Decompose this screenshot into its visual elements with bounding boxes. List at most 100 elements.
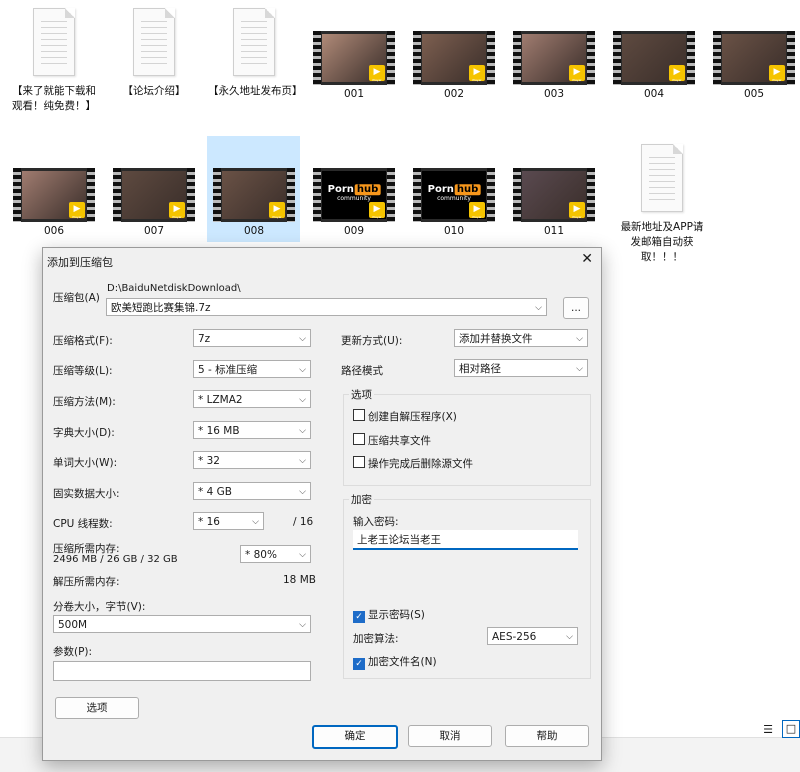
video-file[interactable]: ▶ Player 003 bbox=[508, 31, 600, 102]
browse-button[interactable]: ... bbox=[563, 297, 589, 319]
shared-checkbox[interactable]: 压缩共享文件 bbox=[353, 433, 431, 448]
checkbox-box bbox=[353, 409, 365, 421]
video-file[interactable]: ▶ Player 011 bbox=[508, 168, 600, 239]
enc-method-select[interactable]: AES-256 ⌵ bbox=[487, 627, 578, 645]
solid-value: * 4 GB bbox=[198, 486, 232, 498]
chevron-down-icon: ⌵ bbox=[566, 632, 573, 642]
help-button[interactable]: 帮助 bbox=[505, 725, 589, 747]
file-name-label: 011 bbox=[543, 225, 565, 237]
file-name-label: 007 bbox=[143, 225, 165, 237]
video-file[interactable]: Porn hub community ▶ Player 010 bbox=[408, 168, 500, 239]
archive-name-input[interactable]: 欧美短跑比赛集锦.7z ⌵ bbox=[106, 298, 547, 316]
document-file[interactable]: 【来了就能下载和观看！纯免费！】 bbox=[8, 8, 100, 114]
mem-percent-value: * 80% bbox=[245, 549, 277, 561]
chevron-down-icon: ⌵ bbox=[576, 364, 583, 374]
volume-value: 500M bbox=[58, 619, 88, 631]
chevron-down-icon: ⌵ bbox=[299, 426, 306, 436]
cpu-select[interactable]: * 16 ⌵ bbox=[193, 512, 264, 530]
video-file[interactable]: Porn hub community ▶ Player 009 bbox=[308, 168, 400, 239]
dict-select[interactable]: * 16 MB ⌵ bbox=[193, 421, 311, 439]
delete-checkbox[interactable]: 操作完成后删除源文件 bbox=[353, 456, 473, 471]
level-label: 压缩等级(L): bbox=[53, 365, 113, 377]
chevron-down-icon: ⌵ bbox=[299, 550, 306, 560]
archive-name-value: 欧美短跑比赛集锦.7z bbox=[111, 302, 211, 314]
file-name-label: 002 bbox=[443, 88, 465, 100]
video-thumbnail-icon: ▶ Player bbox=[13, 168, 95, 222]
file-name-label: 【永久地址发布页】 bbox=[208, 85, 303, 97]
options-button[interactable]: 选项 bbox=[55, 697, 139, 719]
video-file[interactable]: ▶ Player 001 bbox=[308, 31, 400, 102]
checkbox-box bbox=[353, 433, 365, 445]
params-input[interactable] bbox=[53, 661, 311, 681]
document-file[interactable]: 最新地址及APP请发邮箱自动获取！！！ bbox=[616, 144, 708, 265]
document-file[interactable]: 【论坛介绍】 bbox=[108, 8, 200, 99]
format-select[interactable]: 7z ⌵ bbox=[193, 329, 311, 347]
player-badge-icon: ▶ Player bbox=[369, 65, 385, 82]
player-badge-icon: ▶ Player bbox=[569, 202, 585, 219]
dict-value: * 16 MB bbox=[198, 425, 240, 437]
archive-path: D:\BaiduNetdiskDownload\ bbox=[107, 283, 241, 294]
checkbox-box bbox=[353, 456, 365, 468]
brand-logo: Porn hub community bbox=[327, 184, 381, 203]
update-label: 更新方式(U): bbox=[341, 335, 403, 347]
demem-label: 解压所需内存: bbox=[53, 576, 120, 588]
chevron-down-icon: ⌵ bbox=[535, 303, 542, 313]
path-select[interactable]: 相对路径 ⌵ bbox=[454, 359, 588, 377]
cpu-label: CPU 线程数: bbox=[53, 518, 113, 530]
password-label: 输入密码: bbox=[353, 516, 399, 528]
chevron-down-icon: ⌵ bbox=[299, 620, 306, 630]
ok-button[interactable]: 确定 bbox=[312, 725, 398, 749]
video-file[interactable]: ▶ Player 005 bbox=[708, 31, 800, 102]
password-input[interactable]: 上老王论坛当老王 bbox=[353, 530, 578, 550]
add-to-archive-dialog: 添加到压缩包 ✕ 压缩包(A) D:\BaiduNetdiskDownload\… bbox=[42, 247, 602, 761]
details-view-icon[interactable]: ☰ bbox=[760, 722, 776, 738]
chevron-down-icon: ⌵ bbox=[252, 517, 259, 527]
encryption-group-title: 加密 bbox=[349, 492, 374, 507]
solid-select[interactable]: * 4 GB ⌵ bbox=[193, 482, 311, 500]
shared-label: 压缩共享文件 bbox=[368, 435, 431, 447]
file-name-label: 010 bbox=[443, 225, 465, 237]
chevron-down-icon: ⌵ bbox=[299, 395, 306, 405]
method-label: 压缩方法(M): bbox=[53, 396, 116, 408]
enc-method-value: AES-256 bbox=[492, 631, 537, 643]
video-thumbnail-icon: ▶ Player bbox=[413, 31, 495, 85]
word-select[interactable]: * 32 ⌵ bbox=[193, 451, 311, 469]
video-file[interactable]: ▶ Player 007 bbox=[108, 168, 200, 239]
cpu-total: / 16 bbox=[293, 516, 314, 528]
word-label: 单词大小(W): bbox=[53, 457, 118, 469]
file-name-label: 006 bbox=[43, 225, 65, 237]
method-value: * LZMA2 bbox=[198, 394, 243, 406]
encrypt-names-checkbox[interactable]: ✓ 加密文件名(N) bbox=[353, 654, 437, 670]
video-file[interactable]: ▶ Player 006 bbox=[8, 168, 100, 239]
solid-label: 固实数据大小: bbox=[53, 488, 120, 500]
show-password-checkbox[interactable]: ✓ 显示密码(S) bbox=[353, 607, 425, 623]
enc-method-label: 加密算法: bbox=[353, 633, 399, 645]
sfx-checkbox[interactable]: 创建自解压程序(X) bbox=[353, 409, 457, 424]
player-badge-icon: ▶ Player bbox=[769, 65, 785, 82]
cpu-value: * 16 bbox=[198, 516, 220, 528]
update-select[interactable]: 添加并替换文件 ⌵ bbox=[454, 329, 588, 347]
large-icons-view-icon[interactable]: □ bbox=[782, 720, 800, 738]
video-file[interactable]: ▶ Player 002 bbox=[408, 31, 500, 102]
demem-value: 18 MB bbox=[283, 574, 316, 586]
file-name-label: 008 bbox=[243, 225, 265, 237]
mem-percent-select[interactable]: * 80% ⌵ bbox=[240, 545, 311, 563]
volume-select[interactable]: 500M ⌵ bbox=[53, 615, 311, 633]
video-file[interactable]: ▶ Player 008 bbox=[208, 168, 300, 239]
close-icon[interactable]: ✕ bbox=[581, 251, 593, 267]
method-select[interactable]: * LZMA2 ⌵ bbox=[193, 390, 311, 408]
player-badge-icon: ▶ Player bbox=[369, 202, 385, 219]
level-select[interactable]: 5 - 标准压缩 ⌵ bbox=[193, 360, 311, 378]
file-name-label: 003 bbox=[543, 88, 565, 100]
document-file[interactable]: 【永久地址发布页】 bbox=[208, 8, 303, 99]
video-file[interactable]: ▶ Player 004 bbox=[608, 31, 700, 102]
player-badge-icon: ▶ Player bbox=[469, 202, 485, 219]
update-value: 添加并替换文件 bbox=[459, 333, 533, 345]
mem-value: 2496 MB / 26 GB / 32 GB bbox=[53, 554, 178, 565]
cancel-button[interactable]: 取消 bbox=[408, 725, 492, 747]
player-badge-icon: ▶ Player bbox=[669, 65, 685, 82]
file-name-label: 001 bbox=[343, 88, 365, 100]
file-name-label: 最新地址及APP请发邮箱自动获取！！！ bbox=[620, 221, 704, 263]
format-value: 7z bbox=[198, 333, 211, 345]
show-password-label: 显示密码(S) bbox=[368, 609, 425, 621]
